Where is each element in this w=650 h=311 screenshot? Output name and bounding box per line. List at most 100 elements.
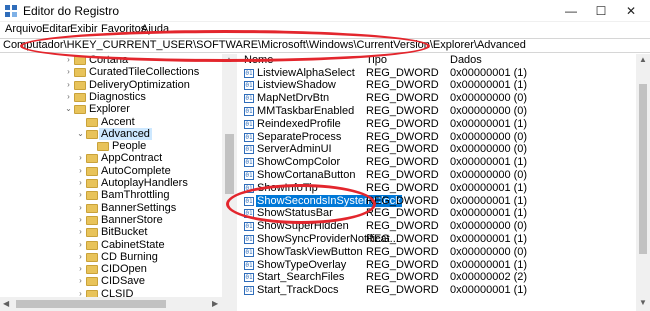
scroll-up-icon[interactable]: ▲ — [639, 55, 647, 64]
column-header-name[interactable]: Nome — [244, 54, 273, 66]
tree-item-label: BannerStore — [101, 213, 163, 226]
value-row[interactable]: 01 MapNetDrvBtn REG_DWORD 0x00000000 (0) — [238, 92, 636, 105]
tree-item-diagnostics[interactable]: › Diagnostics — [0, 91, 222, 103]
tree-item-label: CuratedTileCollections — [89, 66, 200, 79]
tree-item-cortana[interactable]: › Cortana — [0, 54, 222, 66]
scroll-left-icon[interactable]: ◀ — [3, 299, 9, 308]
scroll-thumb[interactable] — [639, 84, 647, 254]
tree-item-explorer[interactable]: ⌄ Explorer — [0, 103, 222, 115]
menu-ajuda[interactable]: Ajuda — [141, 23, 169, 35]
value-type: REG_DWORD — [366, 92, 439, 105]
value-row[interactable]: 01 SeparateProcess REG_DWORD 0x00000000 … — [238, 131, 636, 144]
chevron-right-icon[interactable]: › — [64, 66, 73, 78]
value-row[interactable]: 01 ShowTaskViewButton REG_DWORD 0x000000… — [238, 246, 636, 259]
reg-dword-icon: 01 — [244, 68, 254, 78]
value-row[interactable]: 01 ShowSyncProviderNotificat... REG_DWOR… — [238, 233, 636, 246]
value-type: REG_DWORD — [366, 232, 439, 245]
value-row[interactable]: 01 ShowCompColor REG_DWORD 0x00000001 (1… — [238, 156, 636, 169]
chevron-right-icon[interactable]: › — [76, 189, 85, 201]
value-row[interactable]: 01 Start_SearchFiles REG_DWORD 0x0000000… — [238, 271, 636, 284]
value-data: 0x00000001 (1) — [450, 232, 528, 245]
chevron-right-icon[interactable]: › — [76, 263, 85, 275]
value-type: REG_DWORD — [366, 66, 439, 79]
chevron-right-icon[interactable]: › — [64, 54, 73, 66]
value-name: ShowInfoTip — [257, 181, 318, 194]
close-button[interactable]: ✕ — [616, 0, 646, 22]
tree-item-bamthrottling[interactable]: › BamThrottling — [0, 189, 222, 201]
tree-item-curatedtilecollections[interactable]: › CuratedTileCollections — [0, 66, 222, 78]
menu-exibir[interactable]: Exibir — [70, 23, 98, 35]
reg-dword-icon: 01 — [244, 119, 254, 129]
value-row[interactable]: 01 Start_TrackDocs REG_DWORD 0x00000001 … — [238, 284, 636, 297]
chevron-down-icon[interactable]: ⌄ — [76, 128, 85, 140]
menu-favoritos[interactable]: Favoritos — [101, 23, 146, 35]
value-row[interactable]: 01 ShowCortanaButton REG_DWORD 0x0000000… — [238, 169, 636, 182]
value-row[interactable]: 01 ShowStatusBar REG_DWORD 0x00000001 (1… — [238, 207, 636, 220]
scroll-up-icon[interactable]: ▲ — [225, 55, 233, 64]
value-row[interactable]: 01 ShowTypeOverlay REG_DWORD 0x00000001 … — [238, 259, 636, 272]
chevron-right-icon[interactable]: › — [76, 152, 85, 164]
tree-item-label: Cortana — [89, 54, 129, 66]
tree-item-cabinetstate[interactable]: › CabinetState — [0, 239, 222, 251]
scroll-thumb[interactable] — [16, 300, 166, 308]
tree-item-cidopen[interactable]: › CIDOpen — [0, 263, 222, 275]
tree-item-label: CD Burning — [101, 250, 158, 263]
value-row[interactable]: 01 ReindexedProfile REG_DWORD 0x00000001… — [238, 118, 636, 131]
value-type: REG_DWORD — [366, 181, 439, 194]
value-name: ShowCompColor — [257, 156, 341, 169]
value-data: 0x00000001 (1) — [450, 194, 528, 207]
column-header-data[interactable]: Dados — [450, 54, 482, 66]
chevron-right-icon[interactable]: › — [64, 91, 73, 103]
value-row[interactable]: 01 MMTaskbarEnabled REG_DWORD 0x00000000… — [238, 105, 636, 118]
scroll-thumb[interactable] — [225, 134, 234, 194]
tree-item-cd-burning[interactable]: › CD Burning — [0, 251, 222, 263]
menu-arquivo[interactable]: Arquivo — [5, 23, 42, 35]
chevron-right-icon[interactable]: › — [64, 79, 73, 91]
tree-item-deliveryoptimization[interactable]: › DeliveryOptimization — [0, 79, 222, 91]
value-row-selected[interactable]: 01 ShowSecondsInSystemClock REG_DWORD 0x… — [238, 194, 636, 208]
chevron-right-icon[interactable]: › — [76, 239, 85, 251]
values-list[interactable]: Nome Tipo Dados 01 ListviewAlphaSelect R… — [238, 54, 636, 311]
scroll-down-icon[interactable]: ▼ — [639, 298, 647, 307]
tree-item-bannerstore[interactable]: › BannerStore — [0, 214, 222, 226]
tree-item-autoplayhandlers[interactable]: › AutoplayHandlers — [0, 177, 222, 189]
tree-horizontal-scrollbar[interactable]: ◀ ▶ — [0, 297, 237, 311]
tree-item-autocomplete[interactable]: › AutoComplete — [0, 165, 222, 177]
chevron-right-icon[interactable]: › — [76, 177, 85, 189]
chevron-right-icon[interactable]: › — [76, 251, 85, 263]
reg-dword-icon: 01 — [244, 222, 254, 232]
tree-item-accent[interactable]: Accent — [0, 116, 222, 128]
value-row[interactable]: 01 ListviewShadow REG_DWORD 0x00000001 (… — [238, 79, 636, 92]
maximize-button[interactable]: ☐ — [586, 0, 616, 22]
tree-item-appcontract[interactable]: › AppContract — [0, 152, 222, 164]
menu-editar[interactable]: Editar — [42, 23, 71, 35]
value-data: 0x00000000 (0) — [450, 130, 528, 143]
chevron-right-icon[interactable]: › — [76, 226, 85, 238]
chevron-right-icon[interactable]: › — [76, 214, 85, 226]
tree-item-advanced[interactable]: ⌄ Advanced — [0, 127, 222, 140]
tree-item-bitbucket[interactable]: › BitBucket — [0, 226, 222, 238]
value-row[interactable]: 01 ListviewAlphaSelect REG_DWORD 0x00000… — [238, 67, 636, 80]
column-header-type[interactable]: Tipo — [366, 54, 387, 66]
tree-item-cidsave[interactable]: › CIDSave — [0, 275, 222, 287]
value-row[interactable]: 01 ShowSuperHidden REG_DWORD 0x00000000 … — [238, 220, 636, 233]
scroll-right-icon[interactable]: ▶ — [212, 299, 218, 308]
value-name: MMTaskbarEnabled — [257, 104, 355, 117]
tree-item-people[interactable]: People — [0, 140, 222, 152]
address-bar[interactable]: Computador\HKEY_CURRENT_USER\SOFTWARE\Mi… — [0, 38, 650, 53]
value-row[interactable]: 01 ShowInfoTip REG_DWORD 0x00000001 (1) — [238, 182, 636, 195]
value-name: ShowTaskViewButton — [257, 245, 363, 258]
key-tree[interactable]: › Cortana › CuratedTileCollections › Del… — [0, 54, 237, 300]
minimize-button[interactable]: — — [556, 0, 586, 22]
tree-item-bannersettings[interactable]: › BannerSettings — [0, 202, 222, 214]
chevron-right-icon[interactable]: › — [76, 165, 85, 177]
window-title: Editor do Registro — [23, 4, 120, 18]
tree-vertical-scrollbar[interactable]: ▲ — [222, 54, 237, 300]
chevron-down-icon[interactable]: ⌄ — [64, 103, 73, 115]
values-vertical-scrollbar[interactable]: ▲ ▼ — [636, 54, 650, 311]
value-row[interactable]: 01 ServerAdminUI REG_DWORD 0x00000000 (0… — [238, 143, 636, 156]
chevron-right-icon[interactable]: › — [76, 275, 85, 287]
chevron-right-icon[interactable]: › — [76, 202, 85, 214]
tree-item-label: AutoComplete — [101, 164, 171, 177]
